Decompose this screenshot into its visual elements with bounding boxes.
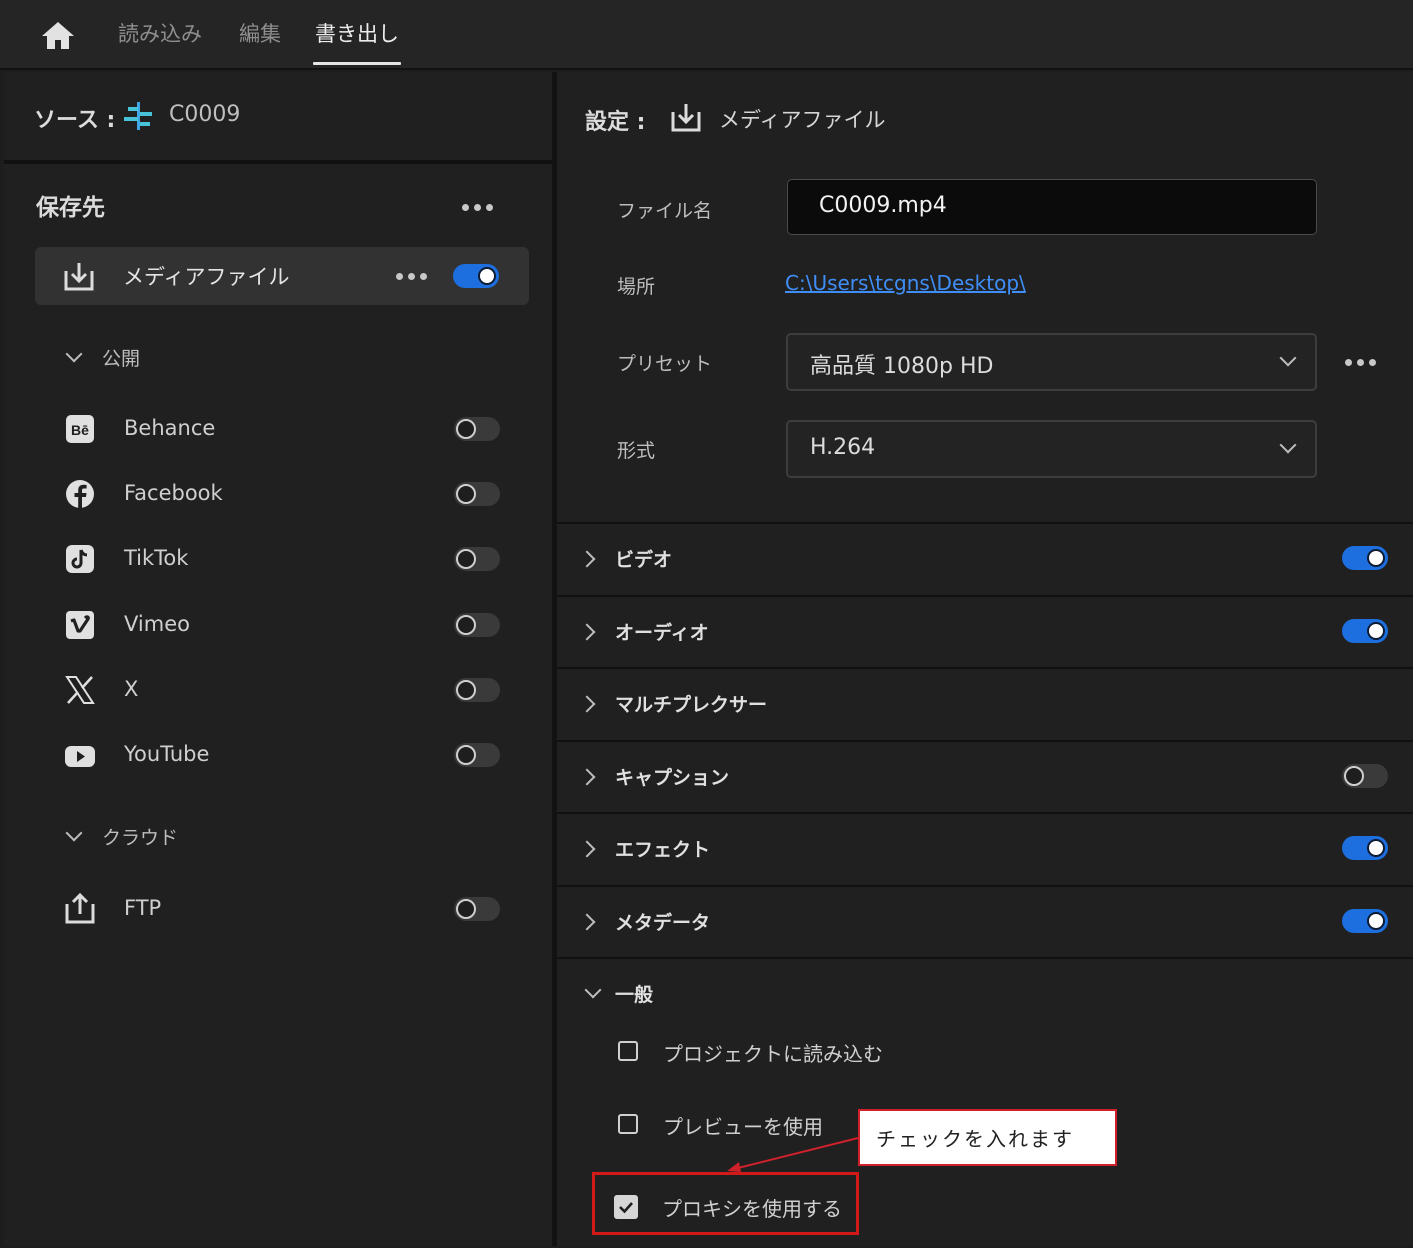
source-clip-name: C0009 [169,102,241,127]
media-file-destination[interactable]: メディアファイル [35,247,529,305]
format-select[interactable]: H.264 [786,420,1317,478]
captions-toggle[interactable] [1342,764,1388,788]
audio-section-label: オーディオ [615,622,709,644]
destination-more-icon[interactable] [462,203,496,213]
format-value: H.264 [810,435,876,460]
ftp-upload-icon [65,892,95,924]
section-audio[interactable]: オーディオ [557,595,1413,669]
effects-toggle[interactable] [1342,836,1388,860]
annotation-text: チェックを入れます [876,1127,1074,1151]
audio-toggle[interactable] [1342,619,1388,643]
behance-icon: Bē [66,415,94,443]
tab-edit[interactable]: 編集 [239,18,281,48]
settings-target-label: メディアファイル [719,108,886,132]
use-previews-checkbox[interactable] [618,1114,638,1134]
proxy-highlight-box [592,1172,859,1235]
facebook-label: Facebook [124,481,223,505]
audio-chevron-right-icon [578,623,596,641]
top-nav-bar: 読み込み 編集 書き出し [0,0,1413,70]
preset-more-icon[interactable] [1345,358,1379,368]
section-multiplexer[interactable]: マルチプレクサー [557,667,1413,741]
cloud-chevron-down-icon[interactable] [65,824,83,842]
tiktok-label: TikTok [124,546,189,570]
captions-section-label: キャプション [615,767,730,789]
metadata-toggle[interactable] [1342,909,1388,933]
download-icon [671,104,701,132]
home-icon[interactable] [40,20,76,50]
x-label: X [124,677,139,701]
multiplexer-section-label: マルチプレクサー [615,694,768,716]
section-video[interactable]: ビデオ [557,522,1413,596]
multiplexer-chevron-right-icon [578,695,596,713]
preset-label: プリセット [617,353,713,375]
tab-import[interactable]: 読み込み [118,18,202,48]
annotation-callout: チェックを入れます [858,1109,1117,1166]
format-chevron-down-icon [1279,436,1297,454]
location-label: 場所 [617,276,656,298]
section-metadata[interactable]: メタデータ [557,885,1413,959]
general-chevron-down-icon[interactable] [584,981,602,999]
media-file-toggle[interactable] [453,264,499,288]
location-link[interactable]: C:\Users\tcgns\Desktop\ [785,271,1026,295]
captions-chevron-right-icon [578,768,596,786]
filename-label: ファイル名 [617,200,713,222]
download-icon [64,263,94,291]
effects-section-label: エフェクト [615,839,711,861]
youtube-toggle[interactable] [454,743,500,767]
section-captions[interactable]: キャプション [557,740,1413,814]
source-row: ソース : C0009 [4,72,552,164]
youtube-label: YouTube [124,742,210,766]
facebook-icon [66,480,94,508]
settings-panel: 設定 : メディアファイル ファイル名 C0009.mp4 場所 C:\User… [557,72,1413,1246]
media-file-label: メディアファイル [123,265,290,289]
general-section-label[interactable]: 一般 [615,980,653,1007]
preset-chevron-down-icon [1279,349,1297,367]
sequence-icon [124,102,152,130]
publish-chevron-down-icon[interactable] [65,345,83,363]
vimeo-label: Vimeo [124,612,190,636]
ftp-label: FTP [124,896,162,920]
import-into-project-label[interactable]: プロジェクトに読み込む [663,1038,883,1067]
behance-label: Behance [124,416,216,440]
destination-heading: 保存先 [36,195,105,221]
filename-input[interactable]: C0009.mp4 [787,179,1317,235]
x-icon [65,676,95,704]
cloud-group-label[interactable]: クラウド [102,823,178,850]
destination-panel: ソース : C0009 保存先 メディアファイル 公開 Bē Behance F… [4,72,552,1246]
use-previews-label[interactable]: プレビューを使用 [663,1111,823,1140]
filename-value: C0009.mp4 [819,193,947,218]
metadata-chevron-right-icon [578,913,596,931]
import-into-project-checkbox[interactable] [618,1041,638,1061]
youtube-icon [65,746,95,767]
settings-label: 設定 : [585,110,646,135]
svg-text:Bē: Bē [71,422,89,438]
publish-group-label[interactable]: 公開 [102,344,140,371]
source-label: ソース : [34,108,116,133]
video-toggle[interactable] [1342,546,1388,570]
video-section-label: ビデオ [615,549,673,571]
facebook-toggle[interactable] [454,482,500,506]
ftp-toggle[interactable] [454,897,500,921]
vimeo-toggle[interactable] [454,613,500,637]
tiktok-icon [66,545,94,573]
media-file-more-icon[interactable] [396,272,430,282]
preset-select[interactable]: 高品質 1080p HD [786,333,1317,391]
tab-export[interactable]: 書き出し [313,18,401,65]
format-label: 形式 [617,440,656,462]
x-toggle[interactable] [454,678,500,702]
video-chevron-right-icon [578,550,596,568]
effects-chevron-right-icon [578,840,596,858]
vimeo-icon [66,611,94,639]
preset-value: 高品質 1080p HD [810,354,994,379]
section-effects[interactable]: エフェクト [557,812,1413,886]
behance-toggle[interactable] [454,417,500,441]
metadata-section-label: メタデータ [615,912,711,934]
tiktok-toggle[interactable] [454,547,500,571]
